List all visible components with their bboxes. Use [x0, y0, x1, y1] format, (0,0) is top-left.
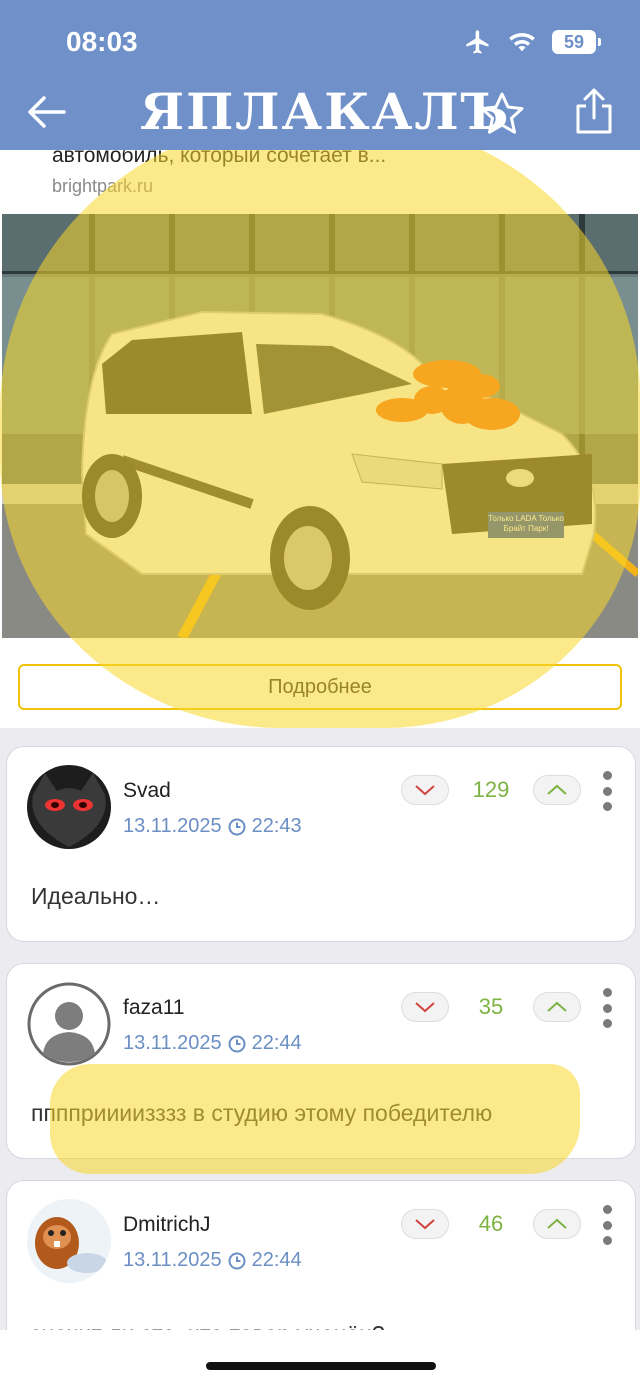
ad-plate-text: Только LADA Только Брайт Парк!: [488, 514, 564, 533]
back-arrow-icon[interactable]: [22, 88, 70, 136]
username[interactable]: faza11: [123, 996, 185, 1020]
clock-icon: [228, 1252, 246, 1269]
rating-value: 46: [478, 1211, 504, 1236]
vote-down-button[interactable]: [401, 992, 449, 1022]
home-indicator[interactable]: [206, 1362, 436, 1370]
username[interactable]: Svad: [123, 779, 171, 803]
comment-meta: 13.11.2025 22:44: [123, 1249, 302, 1272]
vote-up-button[interactable]: [533, 1209, 581, 1239]
chevron-down-icon: [415, 1219, 435, 1230]
avatar[interactable]: [27, 765, 111, 849]
chevron-up-icon: [547, 784, 567, 795]
comment-time: 22:43: [251, 815, 302, 837]
more-menu-icon[interactable]: [599, 771, 615, 811]
ad-card[interactable]: автомобиль, который сочетает в... bright…: [0, 144, 640, 728]
chevron-up-icon: [547, 1218, 567, 1229]
status-time: 08:03: [66, 26, 138, 57]
airplane-icon: [466, 30, 489, 54]
vote-down-button[interactable]: [401, 1209, 449, 1239]
comment-text: пппприииизззз в студию этому победителю: [31, 1100, 493, 1126]
comment-card: faza11 13.11.2025 22:44 35 пппприииизззз…: [6, 963, 636, 1159]
comment-meta: 13.11.2025 22:44: [123, 1032, 302, 1055]
clock-icon: [228, 1035, 246, 1052]
site-logo[interactable]: ЯПЛАКАЛЪ: [140, 82, 511, 141]
rating-value: 129: [472, 777, 510, 802]
ad-domain[interactable]: brightpark.ru: [52, 176, 153, 197]
status-icons: 59: [464, 28, 601, 56]
share-icon[interactable]: [572, 86, 616, 136]
vote-up-button[interactable]: [533, 775, 581, 805]
avatar[interactable]: [27, 982, 111, 1066]
wifi-icon: [509, 33, 535, 52]
app-header: 08:03 59 ЯПЛАКАЛЪ: [0, 0, 640, 150]
comment-date: 13.11.2025: [123, 1249, 222, 1271]
more-menu-icon[interactable]: [599, 988, 615, 1028]
battery-icon: 59: [552, 30, 601, 54]
username[interactable]: DmitrichJ: [123, 1213, 211, 1237]
comment-meta: 13.11.2025 22:43: [123, 815, 302, 838]
comment-time: 22:44: [251, 1032, 302, 1054]
star-icon[interactable]: [478, 90, 526, 138]
vote-down-button[interactable]: [401, 775, 449, 805]
rating-value: 35: [478, 994, 504, 1019]
comment-date: 13.11.2025: [123, 1032, 222, 1054]
more-button[interactable]: Подробнее: [18, 664, 622, 710]
bottom-bar: [0, 1330, 640, 1386]
comment-text: Идеально…: [31, 883, 161, 909]
chevron-down-icon: [415, 1002, 435, 1013]
comment-date: 13.11.2025: [123, 815, 222, 837]
chevron-down-icon: [415, 785, 435, 796]
ad-car-image[interactable]: Только LADA Только Брайт Парк!: [2, 214, 638, 638]
comment-time: 22:44: [251, 1249, 302, 1271]
vote-up-button[interactable]: [533, 992, 581, 1022]
comment-card: Svad 13.11.2025 22:43 129 Идеально…: [6, 746, 636, 942]
clock-icon: [228, 818, 246, 835]
chevron-up-icon: [547, 1001, 567, 1012]
more-menu-icon[interactable]: [599, 1205, 615, 1245]
avatar[interactable]: [27, 1199, 111, 1283]
